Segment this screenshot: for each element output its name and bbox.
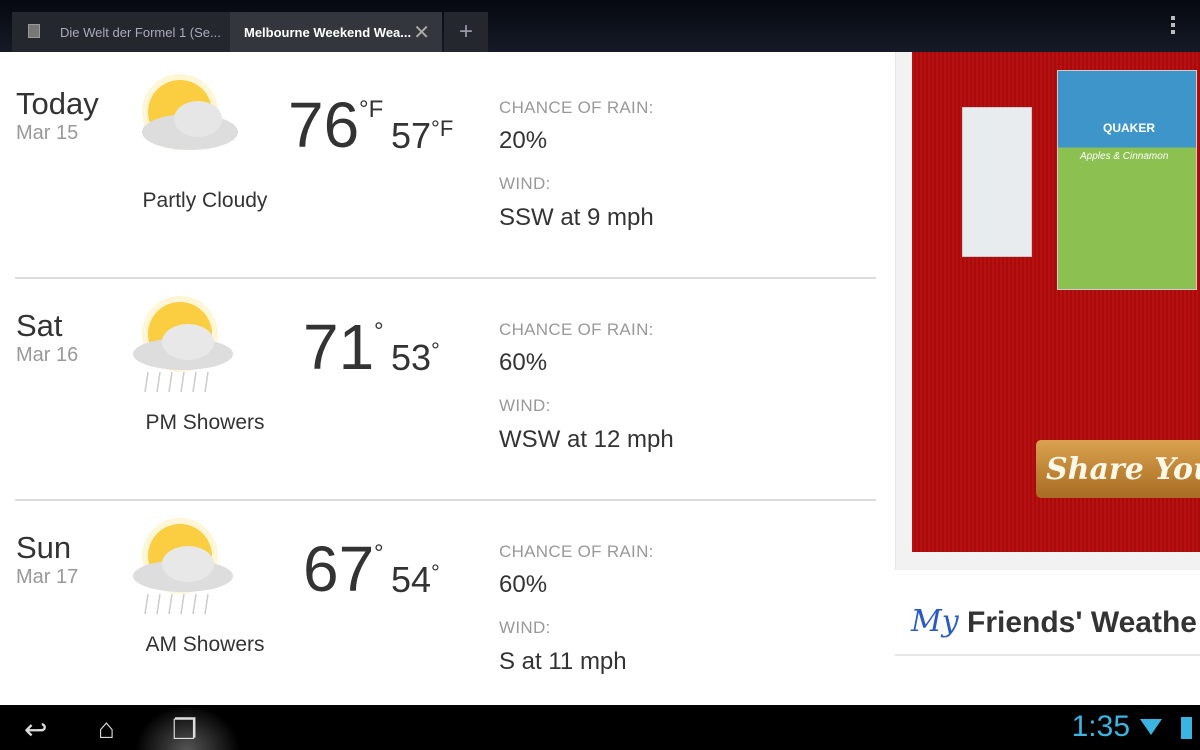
browser-tab-bar: Die Welt der Formel 1 (Se... Melbourne W… (0, 0, 1200, 52)
friends-weather-title: Friends' Weathe (967, 606, 1197, 639)
wind-label: WIND: (499, 396, 551, 415)
day-name: Sat (16, 308, 63, 343)
showers-icon (133, 518, 233, 615)
wind-value: S at 11 mph (499, 648, 627, 675)
wifi-icon (1140, 719, 1162, 735)
product-box (962, 107, 1032, 257)
high-temp: 71 (303, 311, 375, 383)
overflow-menu-icon[interactable] (1171, 16, 1176, 37)
ad-product: Apples & Cinnamon (1080, 151, 1169, 162)
recent-apps-icon[interactable]: ❐ (172, 713, 197, 746)
high-temp-unit: ° (374, 540, 384, 567)
condition-text: Partly Cloudy (142, 189, 268, 212)
low-temp-value: 57 (391, 115, 432, 156)
tab-label: Melbourne Weekend Wea... (244, 24, 412, 40)
my-logo: My (911, 604, 959, 639)
forecast-row: Sun Mar 17 AM Showers 67 ° 54° CHANCE OF… (0, 496, 890, 718)
high-temp: 76 (288, 89, 360, 161)
high-temp: 67 (303, 533, 375, 605)
page-favicon-icon (28, 24, 40, 38)
low-temp: 53° (391, 337, 440, 379)
close-tab-icon[interactable]: ✕ (413, 20, 430, 45)
wind-value: WSW at 12 mph (499, 426, 674, 453)
day-name: Today (16, 86, 99, 121)
wind-value: SSW at 9 mph (499, 204, 654, 231)
system-navigation-bar: ↩ ⌂ ❐ 1:35 (0, 705, 1200, 750)
home-icon[interactable]: ⌂ (98, 713, 115, 745)
tab-formel1[interactable]: Die Welt der Formel 1 (Se... (12, 12, 230, 52)
high-temp-unit: ° (374, 318, 384, 345)
wind-label: WIND: (499, 618, 551, 637)
low-temp-value: 53 (391, 337, 432, 378)
wind-label: WIND: (499, 174, 551, 193)
ad-brand: QUAKER (1103, 121, 1156, 135)
low-temp-unit: ° (431, 338, 440, 363)
tab-melbourne-weather[interactable]: Melbourne Weekend Wea... ✕ (230, 12, 442, 52)
forecast-row: Today Mar 15 Partly Cloudy 76 °F 57°F CH… (0, 52, 890, 279)
condition-text: PM Showers (145, 411, 265, 434)
low-temp: 54° (391, 559, 440, 601)
rain-label: CHANCE OF RAIN: (499, 320, 654, 339)
friends-weather-header: My Friends' Weathe (895, 596, 1200, 656)
back-icon[interactable]: ↩ (24, 713, 47, 746)
ad-share-button[interactable]: Share You (1036, 440, 1200, 498)
day-date: Mar 17 (16, 566, 79, 588)
high-temp-unit: °F (359, 96, 384, 123)
day-date: Mar 15 (16, 122, 79, 144)
low-temp: 57°F (391, 115, 453, 157)
new-tab-button[interactable]: + (444, 12, 488, 52)
forecast-row: Sat Mar 16 PM Showers 71 ° 53° CHANCE OF… (0, 274, 890, 501)
showers-icon (133, 296, 233, 393)
battery-icon (1181, 717, 1192, 739)
day-name: Sun (16, 530, 72, 565)
product-box: QUAKER Apples & Cinnamon (1057, 70, 1197, 290)
condition-text: AM Showers (145, 633, 265, 656)
tab-label: Die Welt der Formel 1 (Se... (60, 24, 221, 40)
rain-value: 60% (499, 571, 548, 598)
rain-label: CHANCE OF RAIN: (499, 542, 654, 561)
low-temp-unit: ° (431, 560, 440, 585)
rain-label: CHANCE OF RAIN: (499, 98, 654, 117)
day-date: Mar 16 (16, 344, 79, 366)
clock: 1:35 (1071, 710, 1130, 743)
partly-cloudy-icon (142, 74, 238, 150)
rain-value: 60% (499, 349, 548, 376)
low-temp-unit: °F (431, 116, 454, 141)
low-temp-value: 54 (391, 559, 432, 600)
rain-value: 20% (499, 127, 548, 154)
